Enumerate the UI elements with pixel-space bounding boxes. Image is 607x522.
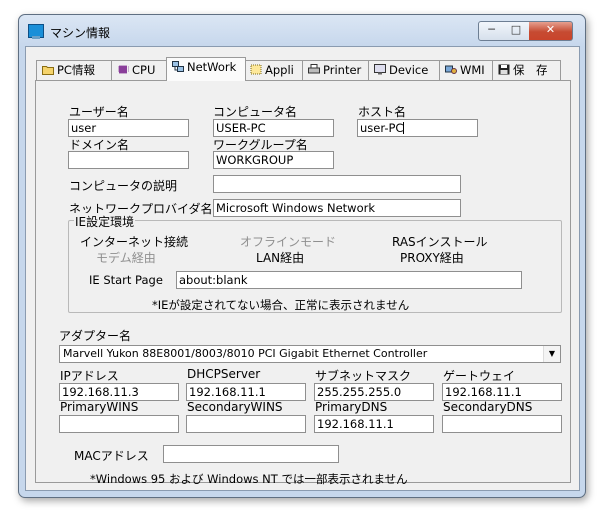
secondary-wins-field[interactable] bbox=[186, 415, 306, 433]
ie-settings-group-title: IE設定環境 bbox=[74, 213, 136, 230]
adapter-select[interactable]: Marvell Yukon 88E8001/8003/8010 PCI Giga… bbox=[59, 345, 561, 363]
printer-icon bbox=[308, 62, 320, 74]
internet-connection-status: インターネット接続 bbox=[80, 235, 189, 249]
title-bar[interactable]: マシン情報 ─ □ ✕ bbox=[19, 15, 585, 47]
maximize-button[interactable]: □ bbox=[503, 21, 530, 41]
main-window: マシン情報 ─ □ ✕ PC情報 CPU NetWork Appli Print… bbox=[18, 14, 586, 498]
mac-address-field[interactable] bbox=[163, 445, 339, 463]
primary-dns-label: PrimaryDNS bbox=[315, 400, 388, 414]
close-button[interactable]: ✕ bbox=[529, 21, 573, 41]
secondary-dns-field[interactable] bbox=[442, 415, 562, 433]
lan-status: LAN経由 bbox=[256, 251, 305, 265]
tab-label: Printer bbox=[323, 63, 362, 77]
floppy-disk-icon bbox=[498, 62, 510, 75]
ie-start-page-label: IE Start Page bbox=[89, 273, 163, 287]
primary-wins-label: PrimaryWINS bbox=[60, 400, 139, 414]
text-cursor bbox=[403, 122, 405, 134]
user-name-label: ユーザー名 bbox=[69, 105, 129, 119]
computer-description-label: コンピュータの説明 bbox=[69, 179, 178, 193]
chevron-down-icon[interactable]: ▼ bbox=[543, 346, 560, 362]
tab-device[interactable]: Device bbox=[368, 60, 441, 80]
secondary-wins-label: SecondaryWINS bbox=[187, 400, 283, 414]
workgroup-field[interactable]: WORKGROUP bbox=[213, 151, 334, 169]
tab-label: Device bbox=[389, 63, 429, 77]
primary-dns-field[interactable]: 192.168.11.1 bbox=[314, 415, 434, 433]
folder-icon bbox=[42, 62, 54, 75]
chip-icon bbox=[117, 62, 129, 75]
tab-label: WMI bbox=[460, 63, 485, 77]
domain-name-field[interactable] bbox=[68, 151, 189, 169]
ras-install-status: RASインストール bbox=[392, 235, 488, 249]
network-icon bbox=[172, 59, 184, 72]
client-area: PC情報 CPU NetWork Appli Printer Device WM… bbox=[25, 46, 580, 491]
tab-label: Appli bbox=[265, 63, 294, 77]
dhcp-server-label: DHCPServer bbox=[187, 367, 261, 381]
subnet-mask-field[interactable]: 255.255.255.0 bbox=[314, 383, 434, 401]
windows-compat-note: *Windows 95 および Windows NT では一部表示されません bbox=[90, 472, 408, 486]
tab-printer[interactable]: Printer bbox=[302, 60, 370, 80]
tab-pc-info[interactable]: PC情報 bbox=[36, 60, 113, 80]
secondary-dns-label: SecondaryDNS bbox=[443, 400, 533, 414]
computer-name-field[interactable]: USER-PC bbox=[213, 119, 334, 137]
adapter-name-label: アダプター名 bbox=[59, 329, 132, 343]
host-name-field[interactable]: user-PC bbox=[357, 119, 478, 137]
proxy-status: PROXY経由 bbox=[400, 251, 464, 265]
minimize-button[interactable]: ─ bbox=[478, 21, 505, 41]
dhcp-server-field[interactable]: 192.168.11.1 bbox=[186, 383, 306, 401]
ip-address-field[interactable]: 192.168.11.3 bbox=[59, 383, 179, 401]
tab-label: CPU bbox=[132, 63, 156, 77]
wmi-icon bbox=[445, 62, 457, 74]
monitor-icon bbox=[28, 24, 44, 39]
device-icon bbox=[374, 62, 386, 75]
tab-label: NetWork bbox=[187, 60, 237, 74]
ie-note: *IEが設定されてない場合、正常に表示されません bbox=[152, 298, 410, 312]
ie-start-page-field[interactable]: about:blank bbox=[176, 271, 522, 289]
ie-settings-group: IE設定環境 インターネット接続 オフラインモード RASインストール モデム経… bbox=[68, 213, 562, 313]
tab-network[interactable]: NetWork bbox=[166, 57, 246, 81]
computer-description-field[interactable] bbox=[213, 175, 461, 193]
tab-label: PC情報 bbox=[57, 63, 95, 77]
tab-wmi[interactable]: WMI bbox=[439, 60, 494, 80]
primary-wins-field[interactable] bbox=[59, 415, 179, 433]
gateway-label: ゲートウェイ bbox=[443, 369, 516, 383]
network-provider-field[interactable]: Microsoft Windows Network bbox=[213, 199, 461, 217]
tab-label: 保 存 bbox=[513, 63, 548, 77]
gateway-field[interactable]: 192.168.11.1 bbox=[442, 383, 562, 401]
tab-cpu[interactable]: CPU bbox=[111, 60, 168, 80]
host-name-label: ホスト名 bbox=[358, 105, 407, 119]
tab-appli[interactable]: Appli bbox=[244, 60, 304, 80]
adapter-select-value: Marvell Yukon 88E8001/8003/8010 PCI Giga… bbox=[63, 347, 428, 360]
window-title: マシン情報 bbox=[50, 26, 111, 40]
ip-address-label: IPアドレス bbox=[60, 369, 119, 383]
tab-save[interactable]: 保 存 bbox=[492, 60, 561, 80]
subnet-mask-label: サブネットマスク bbox=[315, 369, 412, 383]
user-name-field[interactable]: user bbox=[68, 119, 189, 137]
modem-status: モデム経由 bbox=[96, 251, 156, 265]
computer-name-label: コンピュータ名 bbox=[213, 105, 298, 119]
offline-mode-status: オフラインモード bbox=[240, 235, 337, 249]
app-icon bbox=[250, 62, 262, 75]
host-name-value: user-PC bbox=[360, 121, 404, 135]
network-tab-page: ユーザー名 user コンピュータ名 USER-PC ホスト名 user-PC … bbox=[35, 80, 571, 486]
mac-address-label: MACアドレス bbox=[74, 449, 149, 463]
